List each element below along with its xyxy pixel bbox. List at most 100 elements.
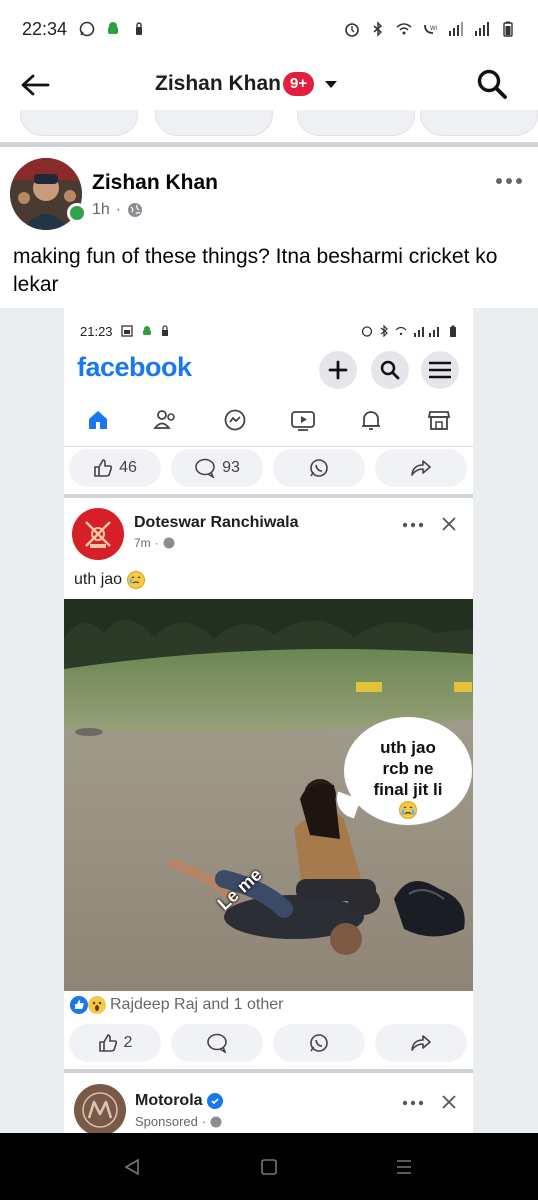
nav-friends[interactable] <box>152 406 180 434</box>
more-horizontal-icon <box>402 1100 424 1106</box>
whatsapp-share-button[interactable] <box>273 449 365 487</box>
comment-count: 93 <box>222 459 240 476</box>
bluetooth-icon <box>373 21 383 37</box>
nav-marketplace[interactable] <box>425 406 453 434</box>
close-icon <box>442 1095 456 1109</box>
comment-button[interactable] <box>171 1024 263 1062</box>
whatsapp-icon <box>310 1034 328 1052</box>
meta-separator: · <box>154 536 159 550</box>
embedded-post-text: uth jao <box>74 570 146 590</box>
post-meta: 1h · <box>92 201 143 219</box>
notifications-icon <box>362 411 380 430</box>
comment-icon <box>195 458 215 478</box>
caret-down-icon <box>325 81 338 88</box>
post-image[interactable]: 21:23 facebook 46 93 Doteswar Ranchiwala… <box>64 308 473 1133</box>
peek-action-pill[interactable] <box>297 110 415 136</box>
alarm-icon <box>361 326 373 337</box>
share-button[interactable] <box>375 449 467 487</box>
embedded-status-time: 21:23 <box>80 323 113 339</box>
system-back-button[interactable] <box>118 1153 146 1181</box>
speech-line-2: rcb ne <box>382 759 434 778</box>
sponsor-name-row: Motorola <box>135 1092 223 1110</box>
sponsor-name[interactable]: Motorola <box>135 1092 203 1110</box>
ad-close-button[interactable] <box>439 1092 459 1112</box>
post-time[interactable]: 1h <box>92 201 110 219</box>
system-home-button[interactable] <box>255 1153 283 1181</box>
motorola-logo-icon <box>82 1092 118 1128</box>
create-button[interactable] <box>319 351 357 389</box>
embedded-search-button[interactable] <box>371 351 409 389</box>
search-icon <box>380 360 400 380</box>
search-icon <box>477 69 507 99</box>
reaction-summary[interactable]: Rajdeep Raj and 1 other <box>70 996 283 1014</box>
globe-icon <box>210 1116 222 1127</box>
search-button[interactable] <box>474 66 510 102</box>
share-button[interactable] <box>375 1024 467 1062</box>
profile-switcher[interactable]: Zishan Khan 9+ <box>155 68 338 100</box>
hamburger-menu-icon <box>429 361 451 379</box>
menu-button[interactable] <box>421 351 459 389</box>
status-time: 22:34 <box>22 18 68 39</box>
embedded-action-row: 46 93 <box>64 449 473 489</box>
system-menu-button[interactable] <box>390 1153 418 1181</box>
nav-divider <box>64 446 473 447</box>
messenger-icon <box>224 409 246 431</box>
peek-action-pill[interactable] <box>155 110 273 136</box>
close-icon <box>442 517 456 531</box>
crying-face-emoji-icon <box>127 571 146 589</box>
ad-more-button[interactable] <box>401 1096 425 1110</box>
post-like-count: 2 <box>123 1034 133 1051</box>
embedded-post-action-row: 2 <box>64 1024 473 1064</box>
embedded-post-time[interactable]: 7m <box>134 536 151 550</box>
embedded-status-bar: 21:23 <box>64 320 473 342</box>
embedded-avatar[interactable] <box>72 508 124 560</box>
status-bar: 22:34 Wi <box>0 0 538 58</box>
nav-home[interactable] <box>84 406 112 434</box>
battery-icon <box>450 325 456 337</box>
embedded-post-meta: 7m · <box>134 536 175 550</box>
whatsapp-icon <box>310 459 328 477</box>
like-button[interactable]: 46 <box>69 449 161 487</box>
peek-action-pill[interactable] <box>420 110 538 136</box>
speech-bubble-text: uth jao rcb ne final jit li <box>344 737 472 825</box>
video-icon <box>291 411 315 431</box>
back-triangle-icon <box>124 1158 139 1176</box>
battery-icon <box>503 21 513 37</box>
page-logo-icon <box>85 521 111 548</box>
globe-icon <box>163 537 175 549</box>
svg-text:Wi: Wi <box>430 26 437 32</box>
reaction-names: Rajdeep Raj and 1 other <box>110 996 284 1013</box>
facebook-logo: facebook <box>77 352 192 382</box>
back-button[interactable] <box>18 68 52 102</box>
menu-lines-icon <box>397 1160 411 1174</box>
share-icon <box>411 460 431 476</box>
comment-button[interactable]: 93 <box>171 449 263 487</box>
meme-photo[interactable]: uth jao rcb ne final jit li Le me <box>64 599 473 991</box>
whatsapp-icon <box>79 21 95 37</box>
more-options-button[interactable] <box>494 171 524 191</box>
nav-notifications[interactable] <box>357 406 385 434</box>
nav-messenger[interactable] <box>221 406 249 434</box>
like-button[interactable]: 2 <box>69 1024 161 1062</box>
post-author[interactable]: Zishan Khan <box>92 171 218 195</box>
volte-icon: Wi <box>424 24 437 34</box>
like-reaction-icon <box>70 996 88 1014</box>
thumbs-up-icon <box>94 459 113 477</box>
signal-icon <box>449 22 463 36</box>
lock-icon <box>136 22 143 35</box>
whatsapp-share-button[interactable] <box>273 1024 365 1062</box>
share-icon <box>411 1035 431 1051</box>
home-icon <box>89 411 107 429</box>
meta-separator: · <box>115 201 122 218</box>
meta-separator: · <box>201 1114 207 1129</box>
embedded-close-button[interactable] <box>439 514 459 534</box>
app-header: Zishan Khan 9+ <box>0 58 538 110</box>
post-text: making fun of these things? Itna besharm… <box>13 245 498 296</box>
nav-video[interactable] <box>289 406 317 434</box>
embedded-post-author[interactable]: Doteswar Ranchiwala <box>134 514 299 532</box>
embedded-more-button[interactable] <box>401 518 425 532</box>
embedded-post-text-value: uth jao <box>74 571 123 588</box>
peek-action-pill[interactable] <box>20 110 138 136</box>
sponsor-avatar[interactable] <box>74 1084 126 1133</box>
header-title: Zishan Khan <box>155 72 282 95</box>
